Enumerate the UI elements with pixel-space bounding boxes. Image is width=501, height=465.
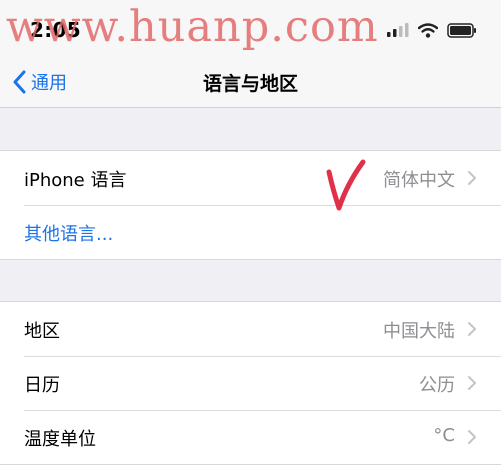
iphone-language-row[interactable]: iPhone 语言 简体中文 bbox=[0, 151, 501, 205]
status-icons bbox=[387, 22, 477, 38]
region-group: 地区 中国大陆 日历 公历 温度单位 °C bbox=[0, 301, 501, 465]
region-label: 地区 bbox=[24, 321, 60, 342]
chevron-right-icon bbox=[468, 171, 476, 185]
iphone-language-value: 简体中文 bbox=[383, 170, 455, 191]
page-title: 语言与地区 bbox=[202, 73, 298, 95]
wifi-icon bbox=[418, 22, 438, 38]
chevron-right-icon bbox=[468, 322, 476, 336]
other-languages-row[interactable]: 其他语言... bbox=[0, 205, 501, 259]
chevron-right-icon bbox=[468, 430, 476, 444]
signal-icon bbox=[387, 23, 409, 37]
temperature-unit-value: °C bbox=[433, 425, 455, 446]
calendar-row[interactable]: 日历 公历 bbox=[0, 356, 501, 410]
region-row[interactable]: 地区 中国大陆 bbox=[0, 302, 501, 356]
other-languages-link[interactable]: 其他语言... bbox=[24, 220, 113, 246]
chevron-right-icon bbox=[468, 376, 476, 390]
language-group: iPhone 语言 简体中文 其他语言... bbox=[0, 150, 501, 260]
watermark: www.huanp.com bbox=[6, 2, 379, 52]
temperature-unit-label: 温度单位 bbox=[24, 429, 96, 450]
region-value: 中国大陆 bbox=[383, 321, 455, 342]
battery-icon bbox=[447, 22, 476, 38]
iphone-language-label: iPhone 语言 bbox=[24, 170, 127, 191]
temperature-unit-row[interactable]: 温度单位 °C bbox=[0, 410, 501, 464]
calendar-label: 日历 bbox=[24, 375, 60, 396]
calendar-value: 公历 bbox=[419, 375, 455, 396]
navigation-bar: 通用 语言与地区 bbox=[0, 58, 501, 108]
checkmark-annotation bbox=[326, 159, 366, 211]
